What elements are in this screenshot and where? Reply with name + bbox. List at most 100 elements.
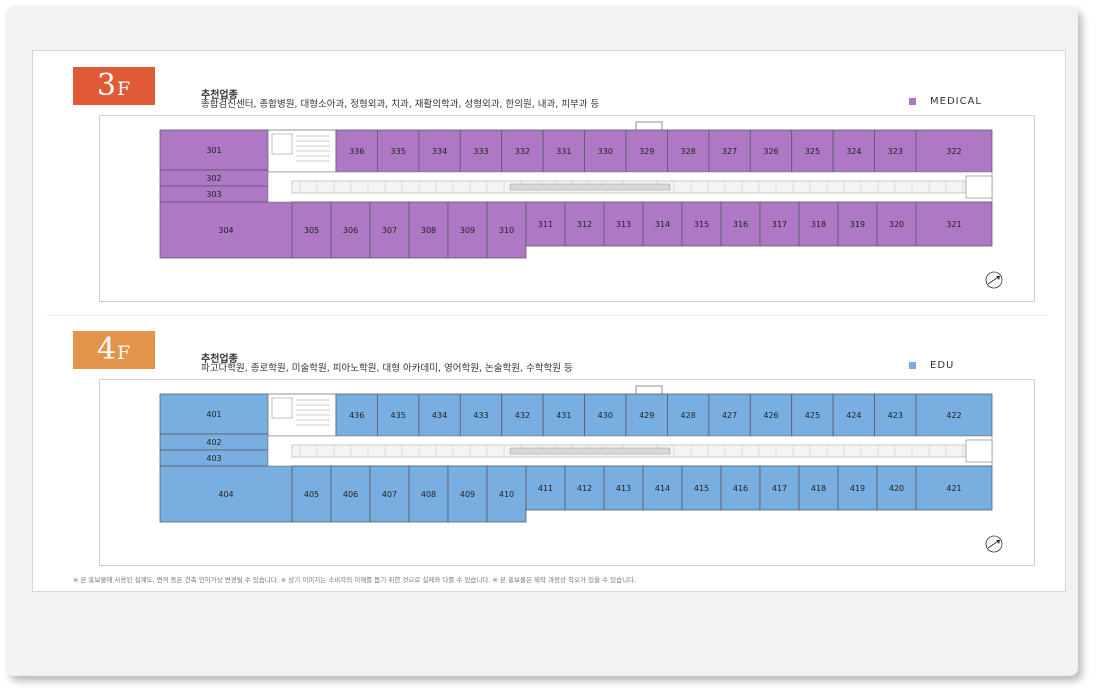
- room-310: 310: [486, 201, 527, 259]
- room-number-label: 408: [421, 490, 436, 499]
- room-number-label: 406: [343, 490, 358, 499]
- room-312: 312: [564, 201, 605, 247]
- room-number-label: 430: [598, 411, 613, 420]
- room-number-label: 320: [889, 220, 904, 229]
- room-number-label: 303: [206, 190, 221, 199]
- room-429: 429: [625, 393, 668, 437]
- room-421: 421: [915, 465, 993, 511]
- room-416: 416: [720, 465, 761, 511]
- room-number-label: 405: [304, 490, 319, 499]
- room-number-label: 423: [888, 411, 903, 420]
- room-414: 414: [642, 465, 683, 511]
- room-number-label: 324: [846, 147, 861, 156]
- room-406: 406: [330, 465, 371, 523]
- room-325: 325: [791, 129, 834, 173]
- room-number-label: 335: [391, 147, 406, 156]
- room-336: 336: [335, 129, 378, 173]
- room-number-label: 325: [805, 147, 820, 156]
- room-number-label: 334: [432, 147, 447, 156]
- floor-plan-svg-4f: 401 402 403 404 436 435 434 433 432 431 430 429 428 4…: [159, 385, 1003, 553]
- room-number-label: 330: [598, 147, 613, 156]
- stair-core-right: [965, 175, 993, 199]
- room-number-label: 432: [515, 411, 530, 420]
- room-320: 320: [876, 201, 917, 247]
- room-428: 428: [667, 393, 710, 437]
- room-number-label: 434: [432, 411, 447, 420]
- floor-badge-4f: 4 F: [73, 331, 155, 369]
- room-413: 413: [603, 465, 644, 511]
- room-number-label: 409: [460, 490, 475, 499]
- room-408: 408: [408, 465, 449, 523]
- room-430: 430: [584, 393, 627, 437]
- room-307: 307: [369, 201, 410, 259]
- room-number-label: 418: [811, 484, 826, 493]
- corridor: [267, 171, 993, 203]
- room-436: 436: [335, 393, 378, 437]
- room-number-label: 416: [733, 484, 748, 493]
- room-number-label: 305: [304, 226, 319, 235]
- room-number-label: 322: [946, 147, 961, 156]
- room-number-label: 304: [218, 226, 233, 235]
- room-326: 326: [749, 129, 793, 173]
- room-331: 331: [542, 129, 585, 173]
- room-302: 302: [159, 169, 269, 187]
- legend-4f: EDU: [909, 360, 954, 371]
- room-415: 415: [681, 465, 722, 511]
- document-frame: 3 F 추천업종 종합검진센터, 종합병원, 대형소아과, 정형외과, 치과, …: [6, 6, 1078, 676]
- recommend-list-4f: 파고다학원, 종로학원, 미술학원, 피아노학원, 대형 아카데미, 영어학원,…: [201, 363, 573, 374]
- floor-badge-number: 3: [96, 68, 117, 103]
- room-number-label: 306: [343, 226, 358, 235]
- room-number-label: 431: [556, 411, 571, 420]
- room-332: 332: [501, 129, 544, 173]
- room-number-label: 436: [349, 411, 364, 420]
- room-number-label: 307: [382, 226, 397, 235]
- room-409: 409: [447, 465, 488, 523]
- stair-core: [267, 393, 337, 437]
- room-427: 427: [708, 393, 751, 437]
- room-number-label: 401: [206, 410, 221, 419]
- room-412: 412: [564, 465, 605, 511]
- room-318: 318: [798, 201, 839, 247]
- room-number-label: 309: [460, 226, 475, 235]
- room-431: 431: [542, 393, 585, 437]
- room-number-label: 301: [206, 146, 221, 155]
- legend-label-edu: EDU: [930, 360, 955, 371]
- recommend-list-3f: 종합검진센터, 종합병원, 대형소아과, 정형외과, 치과, 재활의학과, 성형…: [201, 99, 600, 110]
- disclaimer-footnote: ※ 본 홍보물에 사용된 설계도, 면적 등은 건축 인허가상 변경될 수 있습…: [73, 576, 637, 584]
- room-number-label: 310: [499, 226, 514, 235]
- room-number-label: 417: [772, 484, 787, 493]
- north-compass-icon: [985, 535, 1003, 553]
- room-number-label: 327: [722, 147, 737, 156]
- floor-badge-3f: 3 F: [73, 67, 155, 105]
- room-number-label: 425: [805, 411, 820, 420]
- room-329: 329: [625, 129, 668, 173]
- floor-plan-4f: 401 402 403 404 436 435 434 433 432 431 430 429 428 4…: [99, 379, 1035, 566]
- room-324: 324: [832, 129, 875, 173]
- room-328: 328: [667, 129, 710, 173]
- room-number-label: 319: [850, 220, 865, 229]
- floor-badge-number: 4: [96, 332, 117, 367]
- room-number-label: 435: [391, 411, 406, 420]
- room-number-label: 404: [218, 490, 233, 499]
- room-number-label: 419: [850, 484, 865, 493]
- room-405: 405: [291, 465, 332, 523]
- room-number-label: 316: [733, 220, 748, 229]
- stair-core: [267, 129, 337, 173]
- corridor: [267, 435, 993, 467]
- room-334: 334: [418, 129, 461, 173]
- floor-badge-letter: F: [116, 341, 132, 364]
- room-number-label: 407: [382, 490, 397, 499]
- room-432: 432: [501, 393, 544, 437]
- room-323: 323: [874, 129, 917, 173]
- room-number-label: 302: [206, 174, 221, 183]
- room-number-label: 333: [473, 147, 488, 156]
- room-401: 401: [159, 393, 269, 435]
- room-number-label: 429: [639, 411, 654, 420]
- room-411: 411: [525, 465, 566, 511]
- room-number-label: 321: [946, 220, 961, 229]
- room-314: 314: [642, 201, 683, 247]
- room-433: 433: [459, 393, 503, 437]
- room-number-label: 410: [499, 490, 514, 499]
- room-306: 306: [330, 201, 371, 259]
- room-403: 403: [159, 449, 269, 467]
